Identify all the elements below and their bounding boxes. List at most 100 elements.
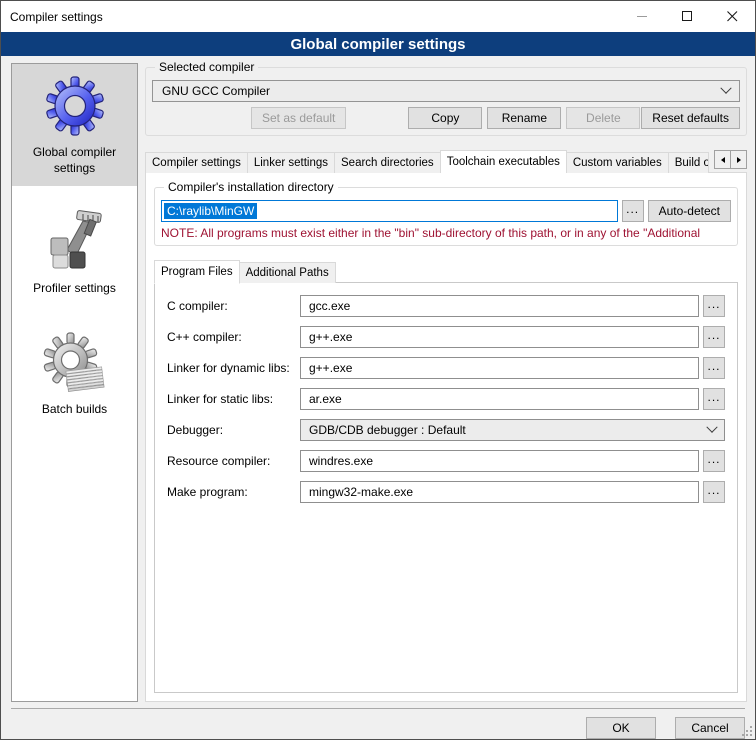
auto-detect-button[interactable]: Auto-detect [648, 200, 731, 222]
toolchain-executables-page: Compiler's installation directory C:\ray… [145, 172, 747, 702]
ellipsis-icon: ... [707, 328, 720, 342]
selected-compiler-dropdown[interactable]: GNU GCC Compiler [152, 80, 740, 102]
dialog-body: Global compiler settings Profiler [1, 56, 755, 702]
field-input[interactable]: g++.exe [300, 326, 699, 348]
sidebar-item-label: Global compiler settings [15, 145, 134, 176]
arrow-right-icon [737, 157, 741, 163]
chevron-down-icon [720, 83, 731, 94]
field-input[interactable]: windres.exe [300, 450, 699, 472]
tab-scroll-right-button[interactable] [730, 150, 747, 169]
program-files-page: C compiler: gcc.exe ... C++ compiler: [154, 282, 738, 693]
field-value: mingw32-make.exe [309, 485, 413, 499]
field-row: Debugger: GDB/CDB debugger : Default [167, 419, 725, 441]
field-value: windres.exe [309, 454, 373, 468]
field-value: GDB/CDB debugger : Default [309, 423, 466, 437]
tab-scroll-left-button[interactable] [714, 150, 731, 169]
field-label: C++ compiler: [167, 330, 300, 344]
ellipsis-icon: ... [707, 483, 720, 497]
tab-label: Build options [675, 157, 709, 169]
field-label: Make program: [167, 485, 300, 499]
compiler-action-button: Set as default [251, 107, 346, 129]
close-button[interactable] [710, 1, 755, 32]
selected-compiler-group: Selected compiler GNU GCC Compiler Set a… [145, 67, 747, 136]
settings-tab[interactable]: Custom variables [566, 152, 669, 173]
field-row: C compiler: gcc.exe ... [167, 295, 725, 317]
compiler-settings-dialog: Compiler settings Global compiler settin… [0, 0, 756, 740]
browse-file-button[interactable]: ... [703, 295, 725, 317]
button-label: Auto-detect [659, 204, 720, 218]
installation-directory-group: Compiler's installation directory C:\ray… [154, 187, 738, 246]
compiler-actions: Set as default Copy Rename Delete Reset … [152, 107, 740, 129]
browse-directory-button[interactable]: ... [622, 200, 644, 222]
ellipsis-icon: ... [707, 390, 720, 404]
close-icon [727, 11, 738, 22]
chevron-down-icon [706, 422, 717, 433]
tab-scroll-controls [714, 150, 747, 169]
window-title: Compiler settings [1, 10, 103, 24]
installation-directory-input[interactable]: C:\raylib\MinGW [161, 200, 618, 222]
button-label: Cancel [691, 721, 728, 735]
sidebar-item-profiler-settings[interactable]: Profiler settings [12, 200, 137, 307]
field-row: Resource compiler: windres.exe ... [167, 450, 725, 472]
maximize-icon [682, 11, 693, 22]
field-input[interactable]: gcc.exe [300, 295, 699, 317]
ellipsis-icon: ... [707, 359, 720, 373]
browse-file-button[interactable]: ... [703, 388, 725, 410]
browse-file-button[interactable]: ... [703, 326, 725, 348]
field-input[interactable]: mingw32-make.exe [300, 481, 699, 503]
field-dropdown[interactable]: GDB/CDB debugger : Default [300, 419, 725, 441]
sidebar-item-batch-builds[interactable]: Batch builds [12, 321, 137, 428]
program-tabs: Program Files Additional Paths [154, 260, 740, 283]
compiler-action-button[interactable]: Reset defaults [641, 107, 740, 129]
compiler-action-button[interactable]: Copy [408, 107, 482, 129]
installation-directory-group-label: Compiler's installation directory [164, 180, 338, 194]
installation-directory-row: C:\raylib\MinGW ... Auto-detect [161, 200, 731, 222]
ellipsis-icon: ... [707, 297, 720, 311]
minimize-button[interactable] [620, 1, 665, 32]
tab-label: Compiler settings [152, 157, 241, 169]
field-value: ar.exe [309, 392, 342, 406]
button-label: Set as default [262, 111, 335, 125]
minimize-icon [637, 11, 648, 22]
field-value: g++.exe [309, 330, 352, 344]
window-controls [620, 1, 755, 32]
program-tab[interactable]: Additional Paths [239, 262, 336, 283]
installation-directory-value: C:\raylib\MinGW [164, 203, 257, 219]
tab-label: Program Files [161, 266, 233, 278]
resize-grip[interactable] [741, 725, 753, 737]
ellipsis-icon: ... [626, 202, 639, 216]
button-label: Delete [586, 111, 621, 125]
program-tab[interactable]: Program Files [154, 260, 240, 284]
titlebar: Compiler settings [1, 1, 755, 32]
cancel-button[interactable]: Cancel [675, 717, 745, 739]
field-label: Linker for dynamic libs: [167, 361, 300, 375]
field-input[interactable]: ar.exe [300, 388, 699, 410]
button-label: OK [612, 721, 629, 735]
blue-gear-icon [43, 74, 107, 138]
tab-label: Linker settings [254, 157, 328, 169]
ok-button[interactable]: OK [586, 717, 656, 739]
button-label: Rename [502, 111, 547, 125]
browse-file-button[interactable]: ... [703, 357, 725, 379]
browse-file-button[interactable]: ... [703, 481, 725, 503]
compiler-action-button: Delete [566, 107, 640, 129]
maximize-button[interactable] [665, 1, 710, 32]
settings-tab[interactable]: Toolchain executables [440, 150, 567, 173]
settings-tab[interactable]: Build options [668, 152, 709, 173]
sidebar-item-global-compiler-settings[interactable]: Global compiler settings [12, 64, 137, 186]
selected-compiler-group-label: Selected compiler [155, 60, 258, 74]
gear-stack-icon [43, 331, 107, 395]
settings-tab[interactable]: Linker settings [247, 152, 335, 173]
dialog-footer: OK Cancel [1, 709, 755, 739]
arrow-left-icon [721, 157, 725, 163]
button-label: Reset defaults [652, 111, 729, 125]
compiler-action-button[interactable]: Rename [487, 107, 561, 129]
page-title: Global compiler settings [1, 32, 755, 56]
settings-tab[interactable]: Compiler settings [145, 152, 248, 173]
sidebar-item-label: Profiler settings [33, 281, 116, 297]
field-value: gcc.exe [309, 299, 350, 313]
field-row: Linker for static libs: ar.exe ... [167, 388, 725, 410]
settings-tab[interactable]: Search directories [334, 152, 441, 173]
field-input[interactable]: g++.exe [300, 357, 699, 379]
browse-file-button[interactable]: ... [703, 450, 725, 472]
